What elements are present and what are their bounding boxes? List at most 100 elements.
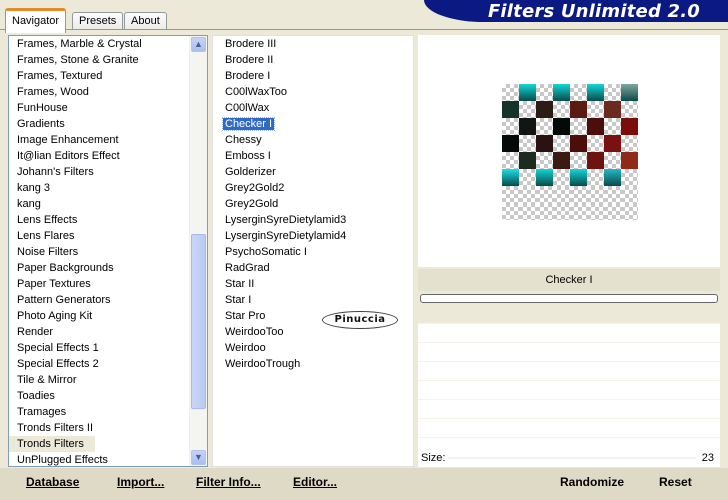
- category-item[interactable]: Photo Aging Kit: [9, 308, 191, 324]
- preview-tile: [519, 118, 536, 135]
- filter-item[interactable]: Brodere II: [215, 52, 405, 68]
- size-slider[interactable]: [448, 457, 696, 459]
- filter-item[interactable]: Brodere III: [215, 36, 405, 52]
- parameter-slot: [418, 400, 720, 419]
- button-bar: Database Import... Filter Info... Editor…: [0, 468, 728, 500]
- tab-about[interactable]: About: [124, 12, 167, 30]
- preview-tile: [502, 135, 519, 152]
- tab-divider: [0, 29, 728, 30]
- watermark-label: Pinuccia: [322, 311, 398, 329]
- category-item[interactable]: Paper Backgrounds: [9, 260, 191, 276]
- parameter-slot: [418, 324, 720, 343]
- filter-item[interactable]: Brodere I: [215, 68, 405, 84]
- editor-button[interactable]: Editor...: [293, 473, 337, 491]
- preview-tile: [604, 186, 621, 203]
- preview-tile: [502, 169, 519, 186]
- category-item[interactable]: Gradients: [9, 116, 191, 132]
- preview-tile: [604, 169, 621, 186]
- category-item[interactable]: Lens Effects: [9, 212, 191, 228]
- filter-item[interactable]: Emboss I: [215, 148, 405, 164]
- category-item[interactable]: Image Enhancement: [9, 132, 191, 148]
- category-item[interactable]: Tramages: [9, 404, 191, 420]
- filter-item[interactable]: RadGrad: [215, 260, 405, 276]
- parameter-slots: [418, 305, 720, 457]
- category-item[interactable]: Tronds Filters: [9, 436, 95, 452]
- category-item[interactable]: Tile & Mirror: [9, 372, 191, 388]
- filter-item[interactable]: PsychoSomatic I: [215, 244, 405, 260]
- filter-item[interactable]: Chessy: [215, 132, 405, 148]
- category-item[interactable]: UnPlugged Effects: [9, 452, 191, 466]
- filter-item[interactable]: Grey2Gold: [215, 196, 405, 212]
- import-button[interactable]: Import...: [117, 473, 164, 491]
- scroll-up-button[interactable]: ▲: [191, 37, 206, 52]
- filter-item[interactable]: WeirdooTrough: [215, 356, 405, 372]
- filter-item-label: PsychoSomatic I: [225, 246, 307, 258]
- category-item[interactable]: Toadies: [9, 388, 191, 404]
- preview-tile: [587, 186, 604, 203]
- category-list[interactable]: Frames, Marble & Crystal Frames, Stone & …: [8, 35, 208, 467]
- category-item[interactable]: FunHouse: [9, 100, 191, 116]
- size-label: Size:: [421, 452, 446, 464]
- category-item[interactable]: Paper Textures: [9, 276, 191, 292]
- title-banner: Filters Unlimited 2.0: [424, 0, 728, 22]
- filter-item[interactable]: Star I: [215, 292, 405, 308]
- preview-tile: [621, 152, 638, 169]
- filter-item[interactable]: C00lWax: [215, 100, 405, 116]
- size-value: 23: [701, 452, 714, 464]
- parameter-slot: [418, 381, 720, 400]
- category-item[interactable]: Noise Filters: [9, 244, 191, 260]
- progress-bar: [420, 294, 718, 303]
- category-item[interactable]: Special Effects 1: [9, 340, 191, 356]
- category-item[interactable]: Johann's Filters: [9, 164, 191, 180]
- category-item[interactable]: Frames, Marble & Crystal: [9, 36, 191, 52]
- filter-preview: [418, 35, 720, 267]
- preview-tile: [553, 84, 570, 101]
- preview-filter-name: Checker I: [418, 269, 720, 291]
- filter-item-label: Brodere III: [225, 38, 277, 50]
- category-items: Frames, Marble & Crystal Frames, Stone & …: [9, 36, 191, 466]
- category-item[interactable]: Special Effects 2: [9, 356, 191, 372]
- category-item[interactable]: kang: [9, 196, 191, 212]
- preview-tile: [536, 101, 553, 118]
- filter-item[interactable]: Checker I: [215, 116, 405, 132]
- preview-tile: [587, 101, 604, 118]
- preview-tile: [604, 203, 621, 220]
- category-scrollbar[interactable]: ▲ ▼: [189, 36, 207, 466]
- preview-tile: [553, 203, 570, 220]
- filter-item-label: Star II: [225, 278, 255, 290]
- preview-tile: [519, 84, 536, 101]
- scroll-down-button[interactable]: ▼: [191, 450, 206, 465]
- category-item[interactable]: kang 3: [9, 180, 191, 196]
- filter-item[interactable]: Star II: [215, 276, 405, 292]
- preview-tile: [519, 152, 536, 169]
- preview-tile: [604, 152, 621, 169]
- preview-tile: [536, 118, 553, 135]
- category-item[interactable]: Lens Flares: [9, 228, 191, 244]
- filter-list[interactable]: Brodere III Brodere II Brodere I C00lWaxToo…: [212, 35, 414, 467]
- reset-button[interactable]: Reset: [659, 473, 692, 491]
- category-item[interactable]: Frames, Wood: [9, 84, 191, 100]
- preview-tile: [570, 118, 587, 135]
- filter-item-label: Brodere I: [225, 70, 271, 82]
- filter-item[interactable]: LyserginSyreDietylamid4: [215, 228, 405, 244]
- filter-item[interactable]: Golderizer: [215, 164, 405, 180]
- category-item[interactable]: It@lian Editors Effect: [9, 148, 191, 164]
- category-item[interactable]: Tronds Filters II: [9, 420, 191, 436]
- scroll-thumb[interactable]: [191, 234, 206, 409]
- tab-navigator[interactable]: Navigator: [5, 8, 67, 33]
- preview-tile: [570, 101, 587, 118]
- category-item[interactable]: Pattern Generators: [9, 292, 191, 308]
- randomize-button[interactable]: Randomize: [560, 473, 624, 491]
- filter-item[interactable]: Weirdoo: [215, 340, 405, 356]
- preview-tile: [502, 203, 519, 220]
- category-item[interactable]: Frames, Stone & Granite: [9, 52, 191, 68]
- filter-info-button[interactable]: Filter Info...: [196, 473, 261, 491]
- category-item[interactable]: Render: [9, 324, 191, 340]
- database-button[interactable]: Database: [26, 473, 79, 491]
- filter-item[interactable]: LyserginSyreDietylamid3: [215, 212, 405, 228]
- filter-item[interactable]: C00lWaxToo: [215, 84, 405, 100]
- tab-presets[interactable]: Presets: [72, 12, 124, 30]
- tab-strip: Navigator Presets About Filters Unlimite…: [0, 0, 728, 33]
- category-item[interactable]: Frames, Textured: [9, 68, 191, 84]
- filter-item[interactable]: Grey2Gold2: [215, 180, 405, 196]
